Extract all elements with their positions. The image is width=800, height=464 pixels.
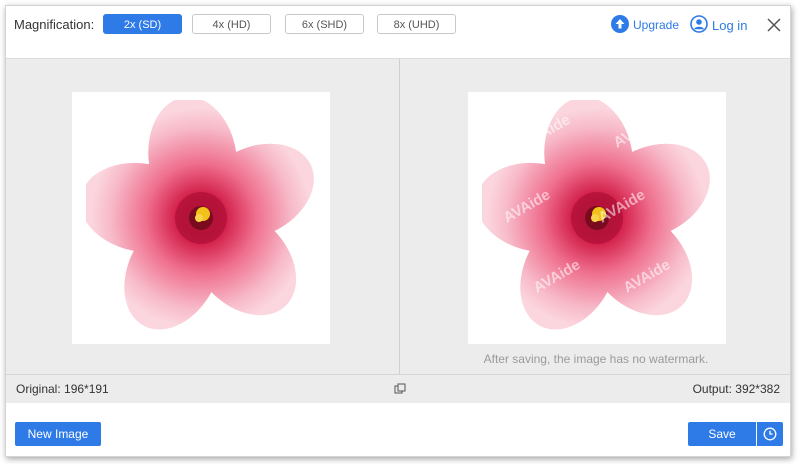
- top-bar: Magnification: 2x (SD) 4x (HD) 6x (SHD) …: [6, 6, 790, 58]
- preview-area: AVAide AVAide AVAide AVAide AVAide AVAid…: [6, 58, 790, 375]
- close-icon[interactable]: [766, 17, 782, 33]
- output-image: AVAide AVAide AVAide AVAide AVAide AVAid…: [468, 92, 726, 344]
- magnification-2x-button[interactable]: 2x (SD): [103, 14, 182, 34]
- history-icon[interactable]: [757, 422, 783, 446]
- user-icon: [690, 14, 708, 36]
- upscaler-window: Magnification: 2x (SD) 4x (HD) 6x (SHD) …: [5, 5, 791, 457]
- new-image-button[interactable]: New Image: [15, 422, 101, 446]
- upgrade-icon: [611, 14, 629, 36]
- login-button[interactable]: Log in: [690, 14, 748, 36]
- original-size-label: Original: 196*191: [16, 382, 109, 396]
- magnification-6x-button[interactable]: 6x (SHD): [285, 14, 364, 34]
- output-size-label: Output: 392*382: [692, 382, 780, 396]
- upgrade-button[interactable]: Upgrade: [611, 14, 680, 36]
- login-label: Log in: [712, 17, 748, 33]
- original-image: [72, 92, 330, 344]
- magnification-label: Magnification:: [14, 17, 95, 32]
- compare-icon[interactable]: [394, 383, 406, 395]
- magnification-8x-button[interactable]: 8x (UHD): [377, 14, 456, 34]
- magnification-4x-button[interactable]: 4x (HD): [192, 14, 271, 34]
- info-bar: Original: 196*191 Output: 392*382: [6, 374, 790, 403]
- upgrade-label: Upgrade: [633, 18, 680, 32]
- split-divider[interactable]: [399, 59, 400, 375]
- watermark-note: After saving, the image has no watermark…: [483, 352, 709, 366]
- flower-petals: [86, 100, 314, 330]
- save-button[interactable]: Save: [688, 422, 756, 446]
